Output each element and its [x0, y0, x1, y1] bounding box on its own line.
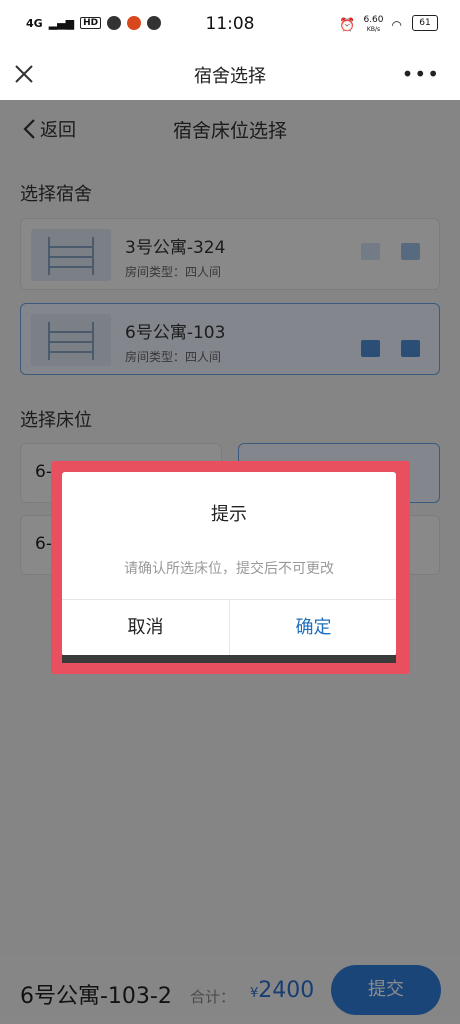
cancel-button[interactable]: 取消 [62, 600, 229, 656]
battery-icon: 61 [412, 15, 438, 31]
dialog-message: 请确认所选床位，提交后不可更改 [124, 561, 334, 577]
confirm-button[interactable]: 确定 [230, 600, 396, 656]
dialog-bottom-edge [62, 655, 396, 663]
net-speed: 6.60 KB/s [363, 15, 384, 34]
status-right: ⏰ 6.60 KB/s ◠ [339, 16, 402, 34]
alarm-icon: ⏰ [339, 17, 356, 33]
wifi-icon: ◠ [391, 18, 402, 32]
dialog-title: 提示 [211, 504, 247, 525]
window-title: 宿舍选择 [194, 66, 266, 87]
confirm-dialog: 提示 请确认所选床位，提交后不可更改 取消 确定 [62, 472, 396, 656]
more-icon[interactable]: ••• [402, 62, 440, 86]
